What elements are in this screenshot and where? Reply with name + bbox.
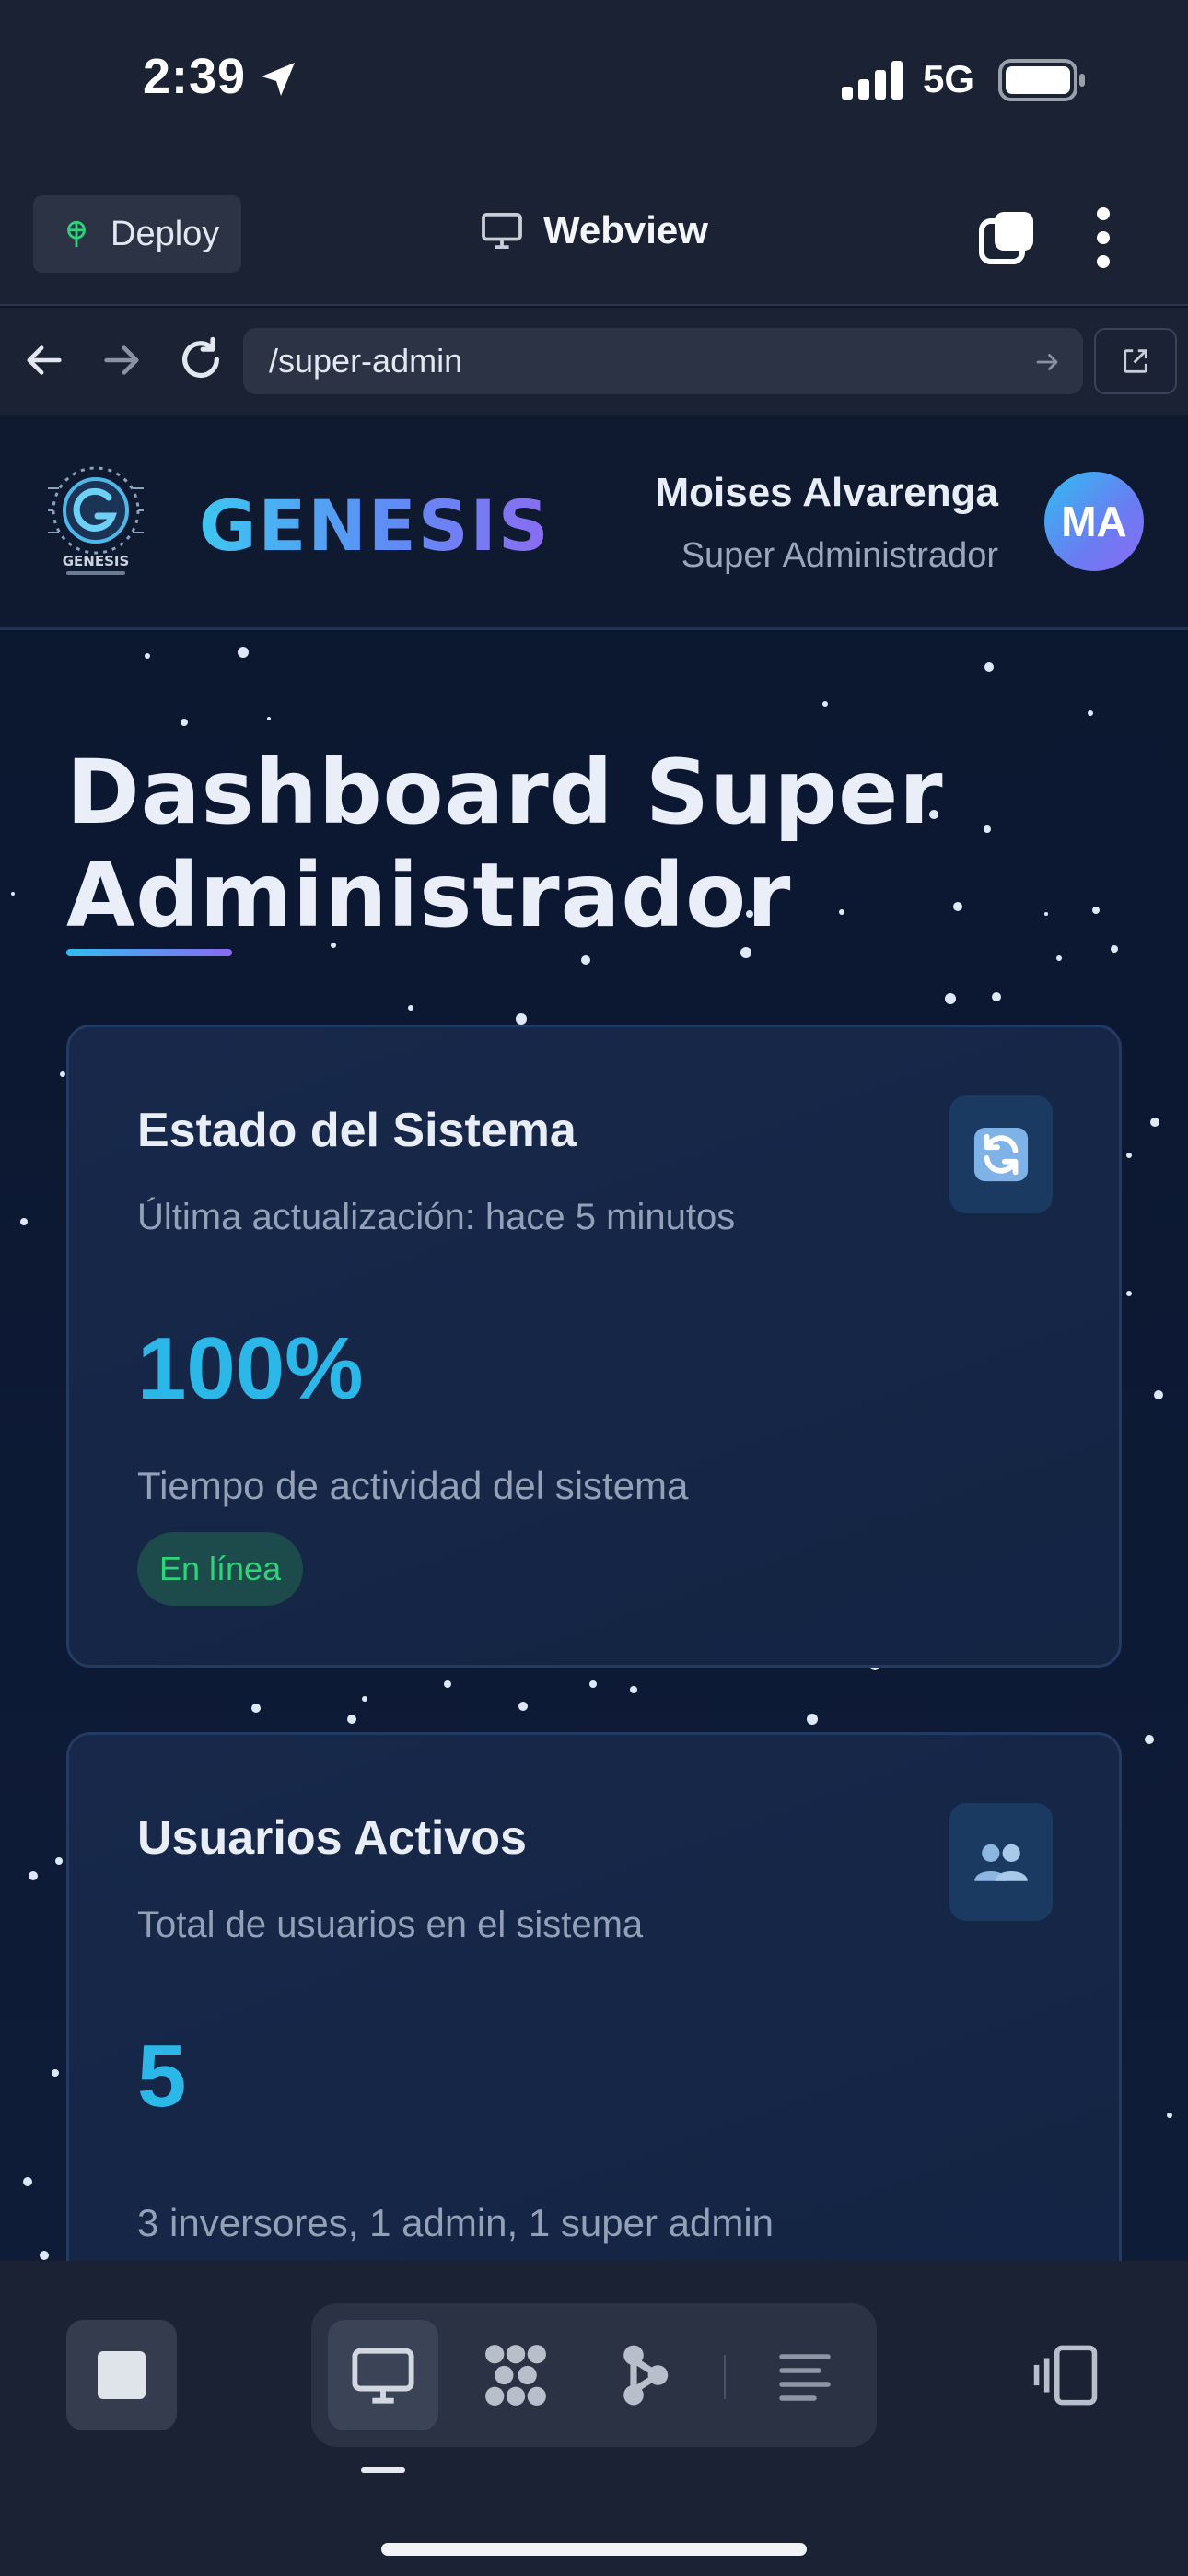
status-bar: 2:39 5G bbox=[0, 0, 1188, 175]
uptime-value: 100% bbox=[137, 1319, 364, 1418]
stop-button[interactable] bbox=[66, 2320, 177, 2430]
users-icon bbox=[974, 1844, 1028, 1881]
card-caption: Tiempo de actividad del sistema bbox=[137, 1464, 689, 1507]
tabs-icon[interactable] bbox=[978, 208, 1037, 267]
system-status-card: Estado del Sistema Última actualización:… bbox=[66, 1025, 1122, 1668]
location-arrow-icon bbox=[262, 63, 295, 96]
active-tab-indicator bbox=[361, 2467, 405, 2473]
app-header: GENESIS GENESIS Moises Alvarenga Super A… bbox=[0, 415, 1188, 630]
url-bar: /super-admin bbox=[0, 308, 1188, 415]
card-subtitle: Total de usuarios en el sistema bbox=[137, 1904, 644, 1945]
network-label: 5G bbox=[923, 57, 975, 100]
page-title-line2: Administrador bbox=[66, 844, 792, 947]
main-content: Dashboard Super Administrador Estado del… bbox=[0, 632, 1188, 2261]
deploy-icon bbox=[67, 220, 86, 248]
webview-tab-title[interactable]: Webview bbox=[481, 208, 708, 252]
monitor-icon bbox=[482, 212, 522, 249]
users-button[interactable] bbox=[949, 1803, 1053, 1921]
webview-label: Webview bbox=[543, 208, 708, 252]
avatar[interactable]: MA bbox=[1044, 472, 1144, 571]
dock-divider bbox=[724, 2355, 726, 2399]
agent-icon bbox=[623, 2345, 669, 2406]
card-title: Estado del Sistema bbox=[137, 1104, 577, 1157]
genesis-logo[interactable]: GENESIS bbox=[39, 461, 153, 580]
users-count: 5 bbox=[137, 2027, 187, 2125]
stop-icon bbox=[98, 2351, 146, 2399]
webview-monitor-icon bbox=[352, 2348, 414, 2404]
open-external-button[interactable] bbox=[1094, 328, 1177, 394]
card-subtitle: Última actualización: hace 5 minutos bbox=[137, 1197, 736, 1237]
url-input[interactable]: /super-admin bbox=[243, 328, 1083, 394]
brand-name[interactable]: GENESIS bbox=[199, 485, 551, 567]
dock-tabs bbox=[311, 2303, 877, 2447]
back-arrow-icon[interactable] bbox=[24, 339, 66, 381]
toolbar: Deploy Webview bbox=[0, 175, 1188, 306]
bottom-dock bbox=[0, 2261, 1188, 2576]
page-title: Dashboard Super Administrador bbox=[66, 741, 987, 947]
deploy-button[interactable]: Deploy bbox=[33, 195, 241, 273]
console-lines-icon bbox=[779, 2354, 831, 2401]
dock-tab-webview[interactable] bbox=[328, 2320, 438, 2430]
home-indicator bbox=[381, 2543, 807, 2556]
more-vertical-icon[interactable] bbox=[1092, 206, 1114, 269]
forward-arrow-icon[interactable] bbox=[99, 339, 142, 381]
refresh-icon bbox=[973, 1127, 1029, 1182]
logo-text: GENESIS bbox=[63, 553, 130, 569]
status-time: 2:39 bbox=[143, 49, 247, 104]
go-arrow-icon[interactable] bbox=[1033, 348, 1061, 376]
deploy-label: Deploy bbox=[111, 214, 220, 253]
url-text: /super-admin bbox=[269, 342, 463, 380]
refresh-button[interactable] bbox=[949, 1095, 1053, 1213]
status-badge: En línea bbox=[137, 1532, 304, 1606]
reload-icon[interactable] bbox=[177, 335, 225, 383]
active-users-card: Usuarios Activos Total de usuarios en el… bbox=[66, 1732, 1122, 2261]
card-title: Usuarios Activos bbox=[137, 1811, 527, 1865]
user-name: Moises Alvarenga bbox=[655, 470, 998, 515]
apps-grid-icon bbox=[485, 2345, 546, 2406]
signal-bars-icon bbox=[842, 61, 903, 100]
page-title-line1: Dashboard Super bbox=[66, 741, 944, 844]
title-underline bbox=[66, 949, 232, 956]
battery-icon bbox=[998, 59, 1085, 101]
devices-icon[interactable] bbox=[1031, 2344, 1100, 2406]
card-caption: 3 inversores, 1 admin, 1 super admin bbox=[137, 2201, 775, 2244]
user-role: Super Administrador bbox=[681, 536, 998, 575]
dock-tab-agent[interactable] bbox=[589, 2320, 700, 2430]
dock-tab-apps[interactable] bbox=[460, 2320, 571, 2430]
dock-tab-console[interactable] bbox=[750, 2320, 860, 2430]
open-external-icon bbox=[1124, 349, 1147, 373]
